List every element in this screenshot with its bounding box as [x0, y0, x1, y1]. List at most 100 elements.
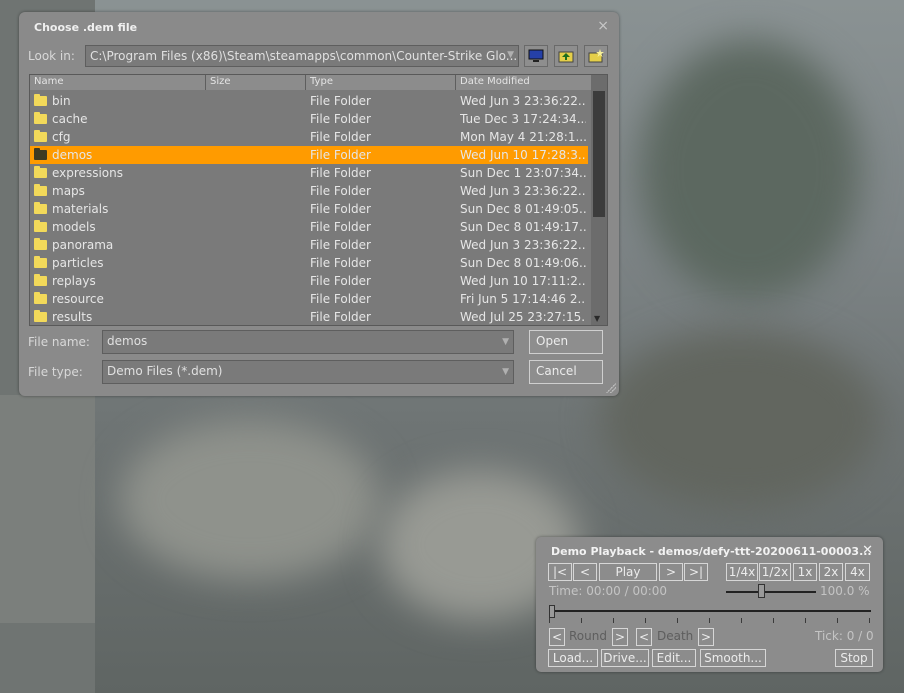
speed-2x-button[interactable]: 2x — [819, 563, 843, 581]
scrollbar-thumb[interactable] — [593, 91, 605, 217]
folder-icon — [34, 184, 47, 196]
file-row-results[interactable]: results File Folder Wed Jul 25 23:27:15... — [30, 308, 588, 325]
folder-icon — [34, 310, 47, 322]
cell-type: File Folder — [310, 310, 371, 324]
cell-date-modified: Wed Jun 3 23:36:22... — [460, 184, 586, 198]
folder-icon — [34, 130, 47, 142]
folder-icon — [34, 220, 47, 232]
open-button[interactable]: Open — [529, 330, 603, 354]
file-row-materials[interactable]: materials File Folder Sun Dec 8 01:49:05..… — [30, 200, 588, 218]
demo-playback-panel: Demo Playback - demos/defy-ttt-20200611-… — [536, 537, 883, 672]
speed-1x-button[interactable]: 1x — [793, 563, 817, 581]
cell-type: File Folder — [310, 202, 371, 216]
column-header-date-modified[interactable]: Date Modified — [456, 75, 592, 90]
progress-thumb[interactable] — [549, 605, 555, 618]
cell-name: expressions — [52, 166, 123, 180]
folder-icon — [34, 94, 47, 106]
cell-type: File Folder — [310, 292, 371, 306]
desktop-button[interactable] — [524, 45, 548, 67]
speed-slider-thumb[interactable] — [757, 584, 765, 598]
play-button[interactable]: Play — [599, 563, 657, 581]
file-row-maps[interactable]: maps File Folder Wed Jun 3 23:36:22... — [30, 182, 588, 200]
file-type-value: Demo Files (*.dem) — [107, 364, 223, 378]
folder-up-button[interactable] — [554, 45, 578, 67]
file-row-resource[interactable]: resource File Folder Fri Jun 5 17:14:46 2.… — [30, 290, 588, 308]
cell-name: demos — [52, 148, 93, 162]
look-in-combobox[interactable]: C:\Program Files (x86)\Steam\steamapps\c… — [85, 45, 519, 67]
file-row-expressions[interactable]: expressions File Folder Sun Dec 1 23:07:34… — [30, 164, 588, 182]
cell-type: File Folder — [310, 274, 371, 288]
cell-name: replays — [52, 274, 96, 288]
cancel-button[interactable]: Cancel — [529, 360, 603, 384]
file-row-particles[interactable]: particles File Folder Sun Dec 8 01:49:06..… — [30, 254, 588, 272]
drive-button[interactable]: Drive... — [601, 649, 649, 667]
goto-start-button[interactable]: |< — [548, 563, 572, 581]
progress-tick — [677, 618, 678, 623]
file-list[interactable]: Name Size Type Date Modified bin File Fol… — [29, 74, 608, 326]
smooth-button[interactable]: Smooth... — [700, 649, 766, 667]
cell-date-modified: Sun Dec 8 01:49:06... — [460, 256, 586, 270]
speed-slider[interactable] — [726, 584, 816, 600]
step-forward-button[interactable]: > — [659, 563, 683, 581]
file-row-cache[interactable]: cache File Folder Tue Dec 3 17:24:34... — [30, 110, 588, 128]
file-row-cfg[interactable]: cfg File Folder Mon May 4 21:28:1... — [30, 128, 588, 146]
chevron-down-icon[interactable]: ▼ — [507, 50, 514, 60]
progress-tick — [805, 618, 806, 623]
speed-4x-button[interactable]: 4x — [845, 563, 870, 581]
close-icon[interactable]: ✕ — [862, 543, 873, 558]
column-header-type[interactable]: Type — [306, 75, 456, 90]
cell-name: cfg — [52, 130, 71, 144]
file-row-demos[interactable]: demos File Folder Wed Jun 10 17:28:3... — [30, 146, 588, 164]
tick-readout: Tick: 0 / 0 — [815, 629, 874, 643]
progress-tick — [549, 618, 550, 623]
cell-name: particles — [52, 256, 104, 270]
look-in-label: Look in: — [28, 49, 75, 63]
chevron-down-icon[interactable]: ▼ — [502, 337, 509, 347]
cell-type: File Folder — [310, 112, 371, 126]
close-icon[interactable]: × — [597, 18, 609, 34]
goto-end-button[interactable]: >| — [684, 563, 708, 581]
file-row-models[interactable]: models File Folder Sun Dec 8 01:49:17... — [30, 218, 588, 236]
column-header-size[interactable]: Size — [206, 75, 306, 90]
speed-quarter-button[interactable]: 1/4x — [726, 563, 758, 581]
progress-tick — [741, 618, 742, 623]
progress-tick — [645, 618, 646, 623]
column-header-name[interactable]: Name — [30, 75, 206, 90]
folder-icon — [34, 274, 47, 286]
cell-type: File Folder — [310, 220, 371, 234]
new-folder-button[interactable] — [584, 45, 608, 67]
file-row-panorama[interactable]: panorama File Folder Wed Jun 3 23:36:22... — [30, 236, 588, 254]
death-label: Death — [657, 629, 694, 643]
cell-name: panorama — [52, 238, 114, 252]
edit-button[interactable]: Edit... — [652, 649, 696, 667]
prev-round-button[interactable]: < — [549, 628, 565, 646]
speed-half-button[interactable]: 1/2x — [759, 563, 791, 581]
progress-tick — [773, 618, 774, 623]
step-back-button[interactable]: < — [573, 563, 597, 581]
next-round-button[interactable]: > — [612, 628, 628, 646]
file-row-replays[interactable]: replays File Folder Wed Jun 10 17:11:2... — [30, 272, 588, 290]
stop-button[interactable]: Stop — [835, 649, 873, 667]
cell-name: materials — [52, 202, 109, 216]
file-row-bin[interactable]: bin File Folder Wed Jun 3 23:36:22... — [30, 92, 588, 110]
background-tree — [640, 40, 860, 300]
progress-tick — [869, 618, 870, 623]
cell-type: File Folder — [310, 184, 371, 198]
folder-icon — [34, 238, 47, 250]
next-death-button[interactable]: > — [698, 628, 714, 646]
resize-grip-icon[interactable] — [606, 383, 616, 393]
prev-death-button[interactable]: < — [636, 628, 652, 646]
cell-date-modified: Wed Jun 10 17:28:3... — [460, 148, 586, 162]
cell-type: File Folder — [310, 148, 371, 162]
vertical-scrollbar[interactable]: ▼ — [591, 75, 607, 325]
folder-icon — [34, 148, 47, 160]
scroll-down-icon[interactable]: ▼ — [594, 314, 600, 323]
file-name-input[interactable]: demos ▼ — [102, 330, 514, 354]
cell-type: File Folder — [310, 130, 371, 144]
file-name-label: File name: — [28, 335, 90, 349]
load-button[interactable]: Load... — [548, 649, 598, 667]
file-type-combobox[interactable]: Demo Files (*.dem) ▼ — [102, 360, 514, 384]
round-label: Round — [569, 629, 607, 643]
chevron-down-icon[interactable]: ▼ — [502, 367, 509, 377]
cell-name: results — [52, 310, 93, 324]
